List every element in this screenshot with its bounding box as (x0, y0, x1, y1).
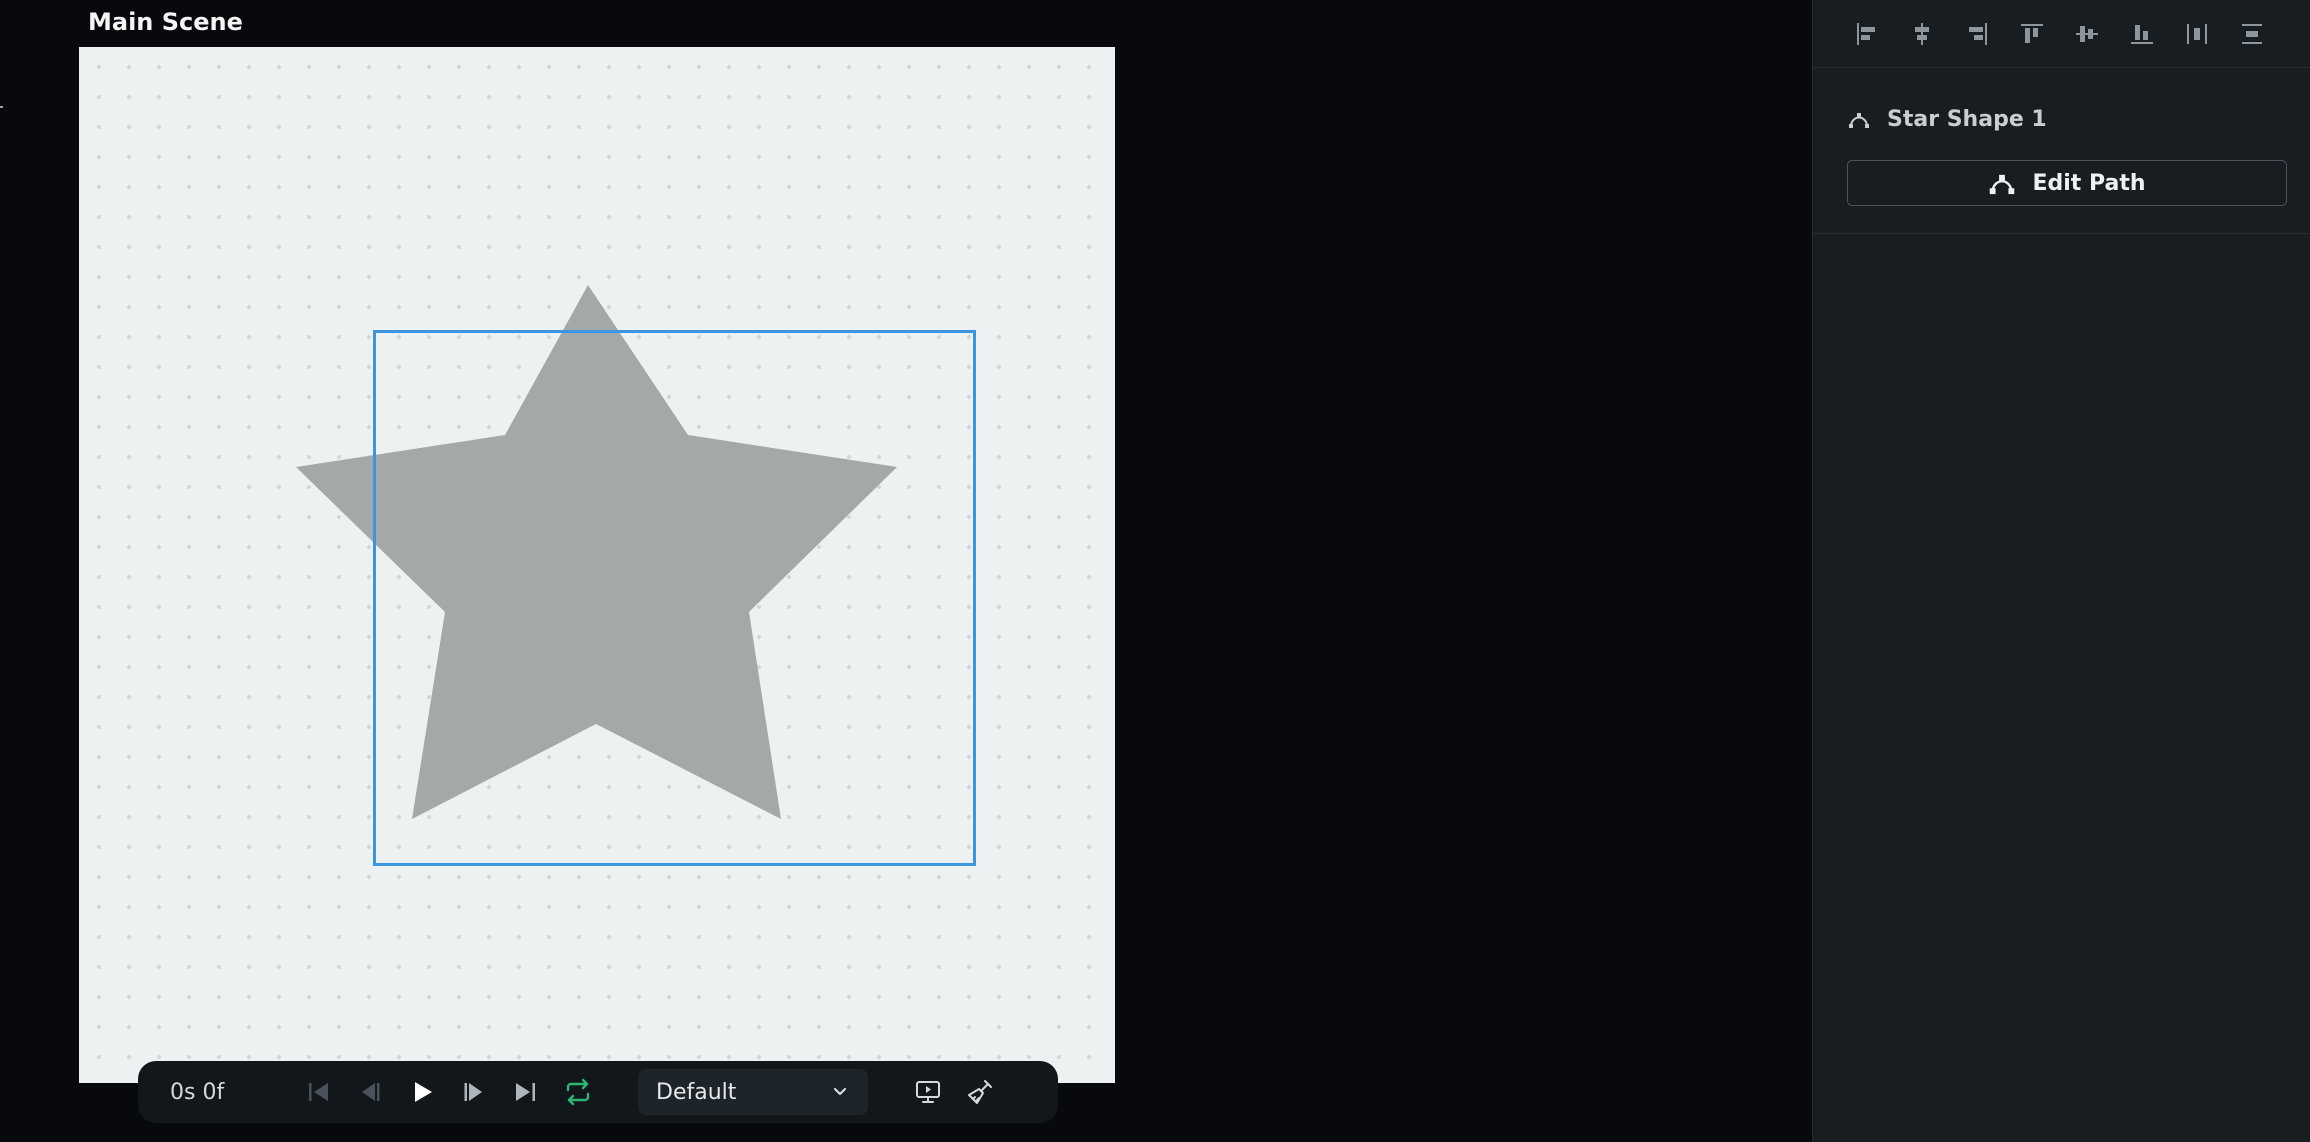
distribute-horizontal-button[interactable] (2179, 16, 2215, 52)
align-bottom-button[interactable] (2124, 16, 2160, 52)
skip-start-button[interactable] (298, 1072, 338, 1112)
clear-button[interactable] (960, 1072, 1000, 1112)
align-middle-v-icon (2076, 25, 2098, 42)
step-back-button[interactable] (350, 1072, 390, 1112)
time-readout: 0s 0f (170, 1079, 225, 1105)
align-top-icon (2021, 23, 2043, 43)
align-left-icon (1857, 22, 1875, 45)
edge-marker (0, 106, 3, 108)
scene-select-value: Default (656, 1079, 737, 1105)
scene-select[interactable]: Default (638, 1069, 868, 1115)
align-right-button[interactable] (1959, 16, 1995, 52)
step-forward-button[interactable] (454, 1072, 494, 1112)
distribute-v-icon (2242, 23, 2262, 44)
edit-path-label: Edit Path (2032, 170, 2146, 196)
play-icon (415, 1082, 432, 1102)
loop-toggle[interactable] (558, 1072, 598, 1112)
align-bottom-icon (2131, 24, 2153, 44)
align-center-h-icon (1915, 22, 1929, 45)
align-center-horizontal-button[interactable] (1904, 16, 1940, 52)
step-back-icon (362, 1083, 380, 1101)
align-toolbar (1813, 0, 2310, 68)
skip-end-button[interactable] (506, 1072, 546, 1112)
properties-panel: Star Shape 1 Edit Path (1812, 0, 2310, 1142)
edit-path-icon (1990, 174, 2015, 195)
play-button[interactable] (402, 1072, 442, 1112)
align-middle-vertical-button[interactable] (2069, 16, 2105, 52)
path-node-icon (1849, 113, 1869, 128)
selected-layer-row[interactable]: Star Shape 1 (1847, 104, 2047, 134)
distribute-vertical-button[interactable] (2234, 16, 2270, 52)
star-shape[interactable] (296, 285, 897, 819)
align-right-icon (1969, 22, 1987, 45)
step-forward-icon (464, 1083, 482, 1101)
layer-name: Star Shape 1 (1887, 106, 2047, 132)
scene-title: Main Scene (88, 8, 243, 36)
layer-section: Star Shape 1 Edit Path (1813, 68, 2310, 234)
align-top-button[interactable] (2014, 16, 2050, 52)
clear-icon (968, 1080, 992, 1104)
loop-icon (566, 1078, 590, 1106)
align-left-button[interactable] (1849, 16, 1885, 52)
distribute-h-icon (2187, 23, 2207, 44)
preview-icon (916, 1081, 940, 1103)
skip-start-icon (309, 1083, 328, 1101)
playback-bar: 0s 0f Default (138, 1061, 1058, 1123)
canvas-artboard[interactable] (79, 47, 1115, 1083)
canvas-drawing (296, 285, 897, 819)
skip-end-icon (516, 1083, 535, 1101)
edit-path-button[interactable]: Edit Path (1847, 160, 2287, 206)
chevron-down-icon (830, 1082, 850, 1102)
preview-button[interactable] (908, 1072, 948, 1112)
